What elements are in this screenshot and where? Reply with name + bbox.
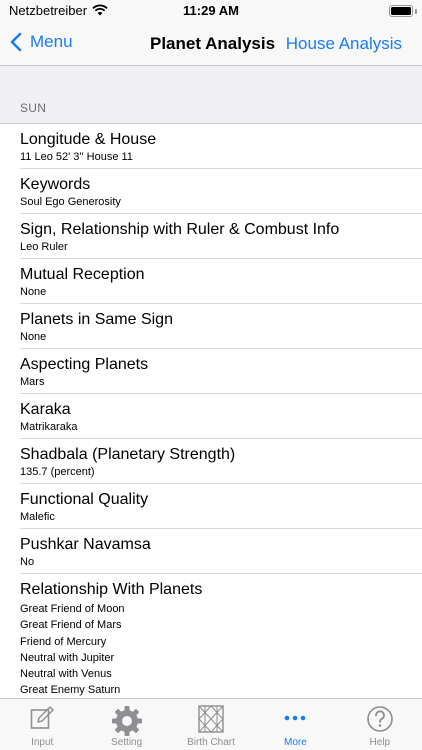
chevron-left-icon	[10, 32, 22, 52]
back-button-label: Menu	[30, 32, 73, 51]
row-title: Keywords	[20, 176, 91, 193]
tab-more[interactable]: More	[253, 699, 337, 750]
list-item-longitude-house: Longitude & House 11 Leo 52' 3'' House 1…	[0, 124, 422, 169]
row-title: Sign, Relationship with Ruler & Combust …	[20, 221, 340, 238]
gear-icon	[111, 706, 142, 736]
list-item-functional-quality: Functional Quality Malefic	[0, 484, 422, 529]
tab-birth-chart[interactable]: Birth Chart	[169, 699, 253, 750]
row-title: Pushkar Navamsa	[20, 536, 151, 553]
house-analysis-button[interactable]: House Analysis	[286, 34, 402, 54]
tab-bar: Input Setting Birth Chart More Help	[0, 698, 422, 750]
list-item-sign-relationship: Sign, Relationship with Ruler & Combust …	[0, 214, 422, 259]
row-title: Aspecting Planets	[20, 356, 149, 373]
back-button[interactable]: Menu	[10, 32, 73, 52]
relationship-line: Great Friend of Mars	[20, 619, 122, 632]
list-item-keywords: Keywords Soul Ego Generosity	[0, 169, 422, 214]
page-title: Planet Analysis	[150, 34, 276, 53]
row-value: 11 Leo 52' 3'' House 11	[20, 151, 133, 163]
more-dots-icon	[285, 715, 306, 721]
tab-help[interactable]: Help	[338, 699, 422, 750]
relationship-line: Great Enemy Saturn	[20, 684, 121, 697]
edit-icon	[30, 706, 54, 729]
row-value: None	[20, 331, 47, 343]
help-icon	[367, 706, 393, 732]
row-title: Karaka	[20, 401, 71, 418]
row-value: Mars	[20, 376, 45, 388]
relationship-line: Great Friend of Moon	[20, 603, 125, 615]
list-item-relationship-with-planets: Relationship With Planets Great Friend o…	[0, 574, 422, 698]
list-item-pushkar-navamsa: Pushkar Navamsa No	[0, 529, 422, 574]
row-value: None	[20, 286, 47, 298]
row-value: Soul Ego Generosity	[20, 196, 121, 208]
tab-label: Birth Chart	[187, 737, 235, 748]
tab-label: Input	[31, 737, 54, 748]
relationship-lines: Great Friend of Moon Great Friend of Mar…	[20, 601, 125, 698]
row-title: Longitude & House	[20, 131, 157, 148]
tab-label: Setting	[111, 737, 143, 748]
status-bar: Netzbetreiber 11:29 AM	[0, 0, 422, 22]
row-title: Functional Quality	[20, 491, 149, 508]
list-item-aspecting-planets: Aspecting Planets Mars	[0, 349, 422, 394]
tab-setting[interactable]: Setting	[84, 699, 168, 750]
tab-label: More	[284, 737, 307, 748]
planet-details: Longitude & House 11 Leo 52' 3'' House 1…	[0, 123, 422, 698]
chart-grid-icon	[198, 705, 224, 733]
row-title: Planets in Same Sign	[20, 311, 173, 328]
tab-input[interactable]: Input	[0, 699, 84, 750]
battery-tip	[415, 9, 417, 14]
battery-icon	[389, 5, 413, 17]
row-value: No	[20, 556, 35, 568]
navigation-bar: Menu Planet Analysis House Analysis	[0, 22, 422, 66]
list-item-planets-same-sign: Planets in Same Sign None	[0, 304, 422, 349]
relationship-line: Neutral with Jupiter	[20, 651, 115, 664]
list-item-karaka: Karaka Matrikaraka	[0, 394, 422, 439]
row-title: Shadbala (Planetary Strength)	[20, 446, 236, 463]
list-item-mutual-reception: Mutual Reception None	[0, 259, 422, 304]
list-item-shadbala: Shadbala (Planetary Strength) 135.7 (per…	[0, 439, 422, 484]
row-title: Relationship With Planets	[20, 581, 203, 598]
row-title: Mutual Reception	[20, 266, 145, 283]
relationship-line: Neutral with Venus	[20, 668, 112, 681]
row-value: Leo Ruler	[20, 241, 68, 253]
tab-label: Help	[369, 737, 391, 748]
row-value: Malefic	[20, 511, 55, 523]
row-value: 135.7 (percent)	[20, 466, 95, 478]
section-header: SUN	[20, 101, 47, 115]
relationship-line: Friend of Mercury	[20, 635, 107, 648]
row-value: Matrikaraka	[20, 421, 78, 433]
planet-analysis-list[interactable]: SUN Longitude & House 11 Leo 52' 3'' Hou…	[0, 66, 422, 698]
status-time: 11:29 AM	[183, 3, 239, 18]
